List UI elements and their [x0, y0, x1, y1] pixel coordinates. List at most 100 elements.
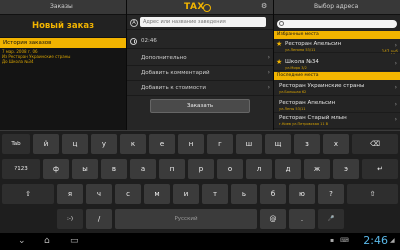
recent-item[interactable]: Ресторан Украинские страны ул.Большая 62…	[274, 80, 400, 96]
gear-icon[interactable]: ⚙	[261, 2, 267, 10]
key[interactable]: ж	[304, 159, 330, 179]
taxi-logo-wheel-icon	[203, 4, 211, 12]
address-row[interactable]: A	[127, 15, 273, 30]
chevron-right-icon: ›	[267, 69, 270, 76]
key[interactable]: з	[294, 134, 320, 154]
chevron-right-icon: ›	[394, 101, 397, 108]
system-clock: 2:46	[363, 234, 388, 247]
key[interactable]: г	[207, 134, 233, 154]
key[interactable]: х	[323, 134, 349, 154]
address-input[interactable]	[140, 17, 266, 27]
key[interactable]: р	[188, 159, 214, 179]
key[interactable]: ч	[86, 184, 112, 204]
orders-title-bar: Заказы	[0, 0, 126, 15]
recent-apps-icon[interactable]: ▭	[70, 236, 79, 246]
key[interactable]: л	[246, 159, 272, 179]
add-to-cost-row[interactable]: Добавить к стоимости ›	[127, 81, 273, 96]
enter-key[interactable]: ↵	[362, 159, 398, 179]
favorite-item[interactable]: Школа №34 ул.Мира 3/2 ›	[274, 56, 400, 71]
favorite-item[interactable]: Ресторан Апельсин ул.Ленина 53/11 ›	[274, 39, 400, 53]
key[interactable]: п	[159, 159, 185, 179]
key[interactable]: т	[202, 184, 228, 204]
key[interactable]: ф	[43, 159, 69, 179]
key[interactable]: е	[149, 134, 175, 154]
shift-key[interactable]: ⇧	[347, 184, 398, 204]
on-screen-keyboard: Tab й ц у к е н г ш щ з х ⌫ ?123 ф ы в а…	[0, 130, 400, 233]
place-address: ул.Лены 53/11	[279, 107, 306, 111]
home-icon[interactable]: ⌂	[44, 236, 50, 246]
clock-icon	[130, 38, 137, 45]
order-button[interactable]: Заказать	[150, 99, 250, 113]
key[interactable]: о	[217, 159, 243, 179]
key[interactable]: н	[178, 134, 204, 154]
period-key[interactable]: .	[289, 209, 315, 229]
place-address: ул.Мира 3/2	[285, 66, 307, 70]
key[interactable]: щ	[265, 134, 291, 154]
symbols-key[interactable]: ?123	[2, 159, 40, 179]
key[interactable]: д	[275, 159, 301, 179]
place-address: ул.Большая 62	[279, 90, 307, 94]
place-address: г.Киев ул.Петровская 11 В	[279, 122, 329, 126]
additional-row[interactable]: Дополнительно ›	[127, 51, 273, 66]
key[interactable]: у	[91, 134, 117, 154]
wifi-icon: ◢	[390, 237, 395, 244]
key[interactable]: м	[144, 184, 170, 204]
at-key[interactable]: @	[260, 209, 286, 229]
place-name: Ресторан Украинские страны	[279, 83, 365, 89]
slash-key[interactable]: /	[86, 209, 112, 229]
shift-key[interactable]: ⇧	[2, 184, 54, 204]
chevron-right-icon: ›	[267, 84, 270, 91]
chevron-right-icon: ›	[394, 60, 397, 67]
backspace-key[interactable]: ⌫	[352, 134, 398, 154]
key[interactable]: ю	[289, 184, 315, 204]
recent-item[interactable]: Ресторан Апельсин ул.Лены 53/11 ›	[274, 97, 400, 113]
smiley-key[interactable]: :-)	[57, 209, 83, 229]
place-name: Ресторан Апельсин	[279, 100, 336, 106]
place-address: ул.Ленина 53/11	[285, 48, 316, 52]
new-order-button[interactable]: Новый заказ	[0, 15, 126, 37]
add-comment-label: Добавить комментарий	[141, 70, 210, 76]
system-bar: ⌄ ⌂ ▭ ▪ ⌨ 2:46 ◢	[0, 233, 400, 250]
place-name: Ресторан Старый млын	[279, 115, 347, 121]
history-item[interactable]: 7 мар. 2008 г. 06 Из Ресторан Украинские…	[2, 49, 124, 64]
additional-label: Дополнительно	[141, 55, 187, 61]
space-key[interactable]: Русский	[115, 209, 257, 229]
key[interactable]: к	[120, 134, 146, 154]
add-comment-row[interactable]: Добавить комментарий ›	[127, 66, 273, 81]
back-icon[interactable]: ⌄	[18, 236, 26, 246]
key[interactable]: с	[115, 184, 141, 204]
address-picker-title: Выбор адреса	[314, 3, 359, 10]
chevron-right-icon: ›	[394, 116, 397, 123]
place-name: Школа №34	[285, 59, 319, 65]
key[interactable]: ь	[231, 184, 257, 204]
add-to-cost-label: Добавить к стоимости	[141, 85, 206, 91]
key[interactable]: ы	[72, 159, 98, 179]
recent-header: Последние места	[274, 72, 400, 80]
key[interactable]: ?	[318, 184, 344, 204]
tab-key[interactable]: Tab	[2, 134, 30, 154]
order-history-header: История заказов	[0, 38, 126, 48]
orders-title: Заказы	[50, 3, 73, 10]
key[interactable]: ш	[236, 134, 262, 154]
chevron-right-icon: ›	[394, 84, 397, 91]
key[interactable]: б	[260, 184, 286, 204]
taxi-app: Заказы Выбор адреса TAX ⚙ Новый заказ Ис…	[0, 0, 400, 130]
key[interactable]: я	[57, 184, 83, 204]
place-name: Ресторан Апельсин	[285, 41, 342, 47]
address-search-input[interactable]	[277, 20, 397, 28]
key[interactable]: ц	[62, 134, 88, 154]
time-row[interactable]: 02:46	[127, 34, 273, 49]
key[interactable]: й	[33, 134, 59, 154]
time-value: 02:46	[141, 38, 157, 44]
chevron-right-icon: ›	[394, 42, 397, 49]
search-icon	[279, 21, 284, 26]
chevron-right-icon: ›	[267, 54, 270, 61]
key[interactable]: и	[173, 184, 199, 204]
key[interactable]: а	[130, 159, 156, 179]
keyboard-icon: ⌨	[340, 237, 349, 244]
recent-item[interactable]: Ресторан Старый млын г.Киев ул.Петровска…	[274, 113, 400, 129]
key[interactable]: в	[101, 159, 127, 179]
notification-icon: ▪	[330, 237, 335, 244]
key[interactable]: э	[333, 159, 359, 179]
microphone-icon[interactable]: 🎤	[318, 209, 344, 229]
